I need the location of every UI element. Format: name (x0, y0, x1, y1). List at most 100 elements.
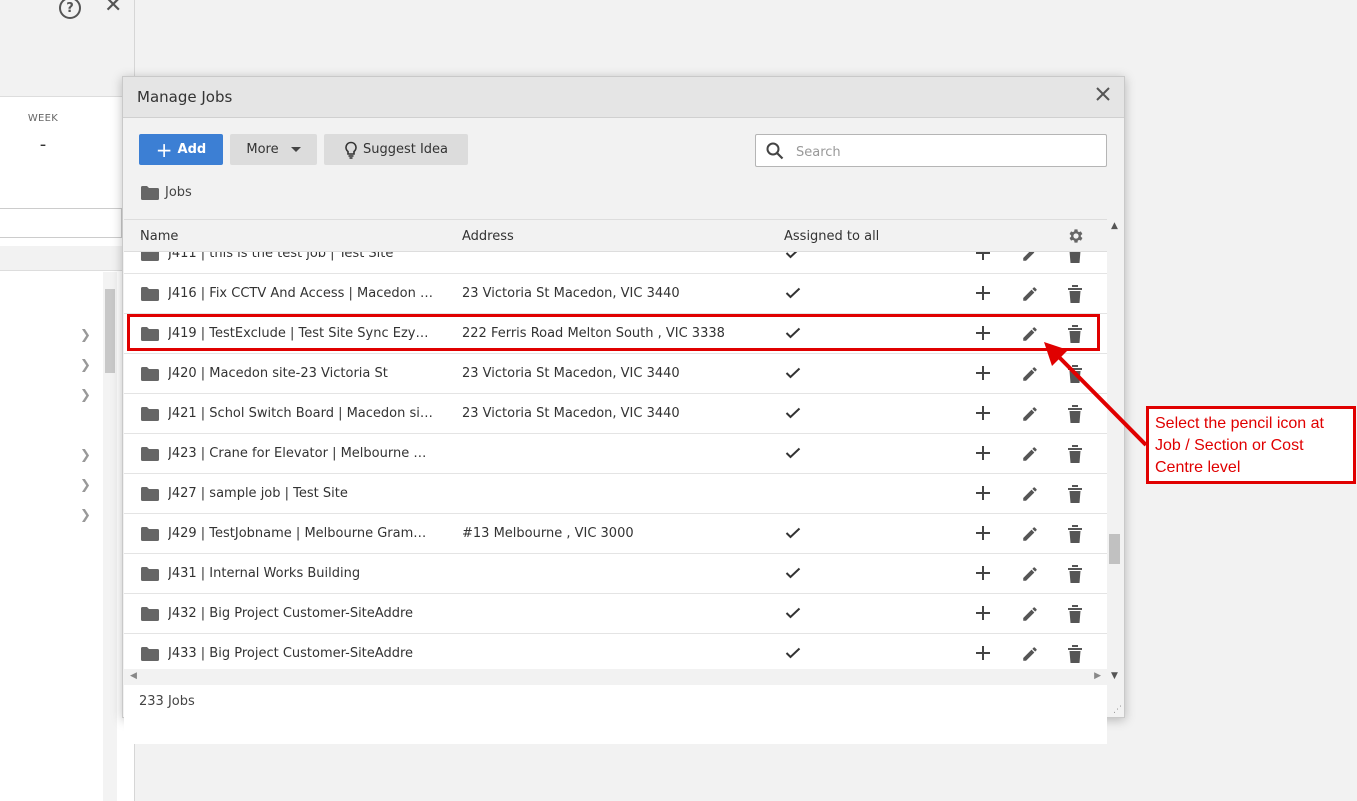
add-child-icon[interactable] (975, 525, 991, 545)
chevron-right-icon[interactable]: ❯ (80, 448, 91, 463)
pencil-icon[interactable] (1021, 485, 1039, 507)
trash-icon[interactable] (1067, 285, 1083, 307)
add-child-icon[interactable] (975, 445, 991, 465)
background-band (0, 246, 134, 271)
pencil-icon[interactable] (1021, 525, 1039, 547)
vertical-scrollbar-thumb[interactable] (1109, 534, 1120, 564)
check-icon (785, 607, 801, 623)
add-child-icon[interactable] (975, 565, 991, 585)
check-icon (785, 367, 801, 383)
pencil-icon[interactable] (1021, 645, 1039, 667)
dialog-title: Manage Jobs (137, 88, 233, 106)
trash-icon[interactable] (1067, 252, 1083, 267)
check-icon (785, 647, 801, 663)
background-scrollbar-thumb[interactable] (105, 289, 115, 373)
resize-grip-icon[interactable]: ⋰ (1113, 705, 1122, 715)
gear-icon[interactable] (1067, 227, 1085, 245)
job-name[interactable]: J427 | sample job | Test Site (168, 486, 434, 501)
chevron-right-icon[interactable]: ❯ (80, 388, 91, 403)
dialog-close-icon[interactable] (1092, 85, 1114, 107)
table-row[interactable]: J427 | sample job | Test Site (124, 474, 1107, 514)
search-box[interactable] (755, 134, 1107, 167)
background-input[interactable] (0, 208, 122, 238)
pencil-icon[interactable] (1021, 565, 1039, 587)
job-name[interactable]: J416 | Fix CCTV And Access | Macedon sit… (168, 286, 434, 301)
trash-icon[interactable] (1067, 605, 1083, 627)
add-child-icon[interactable] (975, 365, 991, 385)
job-name[interactable]: J432 | Big Project Customer-SiteAddre (168, 606, 434, 621)
job-name[interactable]: J429 | TestJobname | Melbourne Grammar S… (168, 526, 434, 541)
job-name[interactable]: J421 | Schol Switch Board | Macedon site… (168, 406, 434, 421)
vertical-scrollbar[interactable]: ▲ ▼ (1107, 219, 1123, 685)
table-row[interactable]: J429 | TestJobname | Melbourne Grammar S… (124, 514, 1107, 554)
table-row[interactable]: J432 | Big Project Customer-SiteAddre (124, 594, 1107, 634)
scroll-down-arrow-icon[interactable]: ▼ (1111, 671, 1118, 681)
job-name[interactable]: J411 | this is the test job | Test Site (168, 252, 434, 261)
more-button[interactable]: More (230, 134, 317, 165)
chevron-right-icon[interactable]: ❯ (80, 478, 91, 493)
highlight-box (127, 314, 1100, 351)
job-address: 23 Victoria St Macedon, VIC 3440 (462, 286, 680, 301)
trash-icon[interactable] (1067, 645, 1083, 667)
trash-icon[interactable] (1067, 485, 1083, 507)
dialog-header[interactable]: Manage Jobs (123, 77, 1124, 118)
scroll-left-arrow-icon[interactable]: ◀ (130, 671, 137, 681)
pencil-icon[interactable] (1021, 285, 1039, 307)
job-name[interactable]: J431 | Internal Works Building (168, 566, 434, 581)
job-address: 23 Victoria St Macedon, VIC 3440 (462, 406, 680, 421)
column-assigned[interactable]: Assigned to all (784, 229, 879, 244)
breadcrumb[interactable]: Jobs (141, 185, 192, 200)
check-icon (785, 287, 801, 303)
add-child-icon[interactable] (975, 252, 991, 265)
table-row[interactable]: J431 | Internal Works Building (124, 554, 1107, 594)
search-icon (766, 142, 784, 160)
folder-icon (141, 407, 159, 425)
table-header: Name Address Assigned to all (124, 219, 1107, 252)
table-row[interactable]: J423 | Crane for Elevator | Melbourne Gr… (124, 434, 1107, 474)
scroll-up-arrow-icon[interactable]: ▲ (1111, 221, 1118, 231)
search-input[interactable] (794, 141, 1098, 163)
folder-icon (141, 447, 159, 465)
add-child-icon[interactable] (975, 285, 991, 305)
chevron-right-icon[interactable]: ❯ (80, 358, 91, 373)
folder-icon (141, 185, 159, 200)
table-row[interactable]: J421 | Schol Switch Board | Macedon site… (124, 394, 1107, 434)
pencil-icon[interactable] (1021, 405, 1039, 427)
horizontal-scrollbar[interactable]: ◀ ▶ (124, 669, 1107, 685)
annotation-arrow (1044, 342, 1148, 447)
job-count: 233 Jobs (139, 694, 195, 709)
chevron-right-icon[interactable]: ❯ (80, 508, 91, 523)
add-button-label: Add (177, 142, 207, 157)
job-name[interactable]: J420 | Macedon site-23 Victoria St (168, 366, 434, 381)
jobs-table: Name Address Assigned to all J411 | this… (124, 219, 1107, 744)
table-row[interactable]: J416 | Fix CCTV And Access | Macedon sit… (124, 274, 1107, 314)
pencil-icon[interactable] (1021, 605, 1039, 627)
close-icon[interactable]: ✕ (104, 0, 122, 18)
add-child-icon[interactable] (975, 645, 991, 665)
suggest-idea-button[interactable]: Suggest Idea (324, 134, 468, 165)
chevron-right-icon[interactable]: ❯ (80, 328, 91, 343)
pencil-icon[interactable] (1021, 445, 1039, 467)
pencil-icon[interactable] (1021, 252, 1039, 267)
check-icon (785, 447, 801, 463)
table-row[interactable]: J433 | Big Project Customer-SiteAddre (124, 634, 1107, 669)
plus-icon: + (155, 137, 173, 162)
pencil-icon[interactable] (1021, 365, 1039, 387)
dialog-body: + Add More Suggest Idea Jobs (123, 118, 1124, 744)
manage-jobs-dialog: Manage Jobs + Add More Suggest Idea Sear… (122, 76, 1125, 744)
add-button[interactable]: + Add (139, 134, 223, 165)
column-name[interactable]: Name (140, 229, 178, 244)
add-child-icon[interactable] (975, 485, 991, 505)
table-row[interactable]: J411 | this is the test job | Test Site (124, 252, 1107, 274)
job-name[interactable]: J423 | Crane for Elevator | Melbourne Gr… (168, 446, 434, 461)
column-address[interactable]: Address (462, 229, 514, 244)
add-child-icon[interactable] (975, 405, 991, 425)
check-icon (785, 527, 801, 543)
add-child-icon[interactable] (975, 605, 991, 625)
table-row[interactable]: J420 | Macedon site-23 Victoria St 23 Vic… (124, 354, 1107, 394)
folder-icon (141, 527, 159, 545)
job-name[interactable]: J433 | Big Project Customer-SiteAddre (168, 646, 434, 661)
scroll-right-arrow-icon[interactable]: ▶ (1094, 671, 1101, 681)
trash-icon[interactable] (1067, 525, 1083, 547)
trash-icon[interactable] (1067, 565, 1083, 587)
